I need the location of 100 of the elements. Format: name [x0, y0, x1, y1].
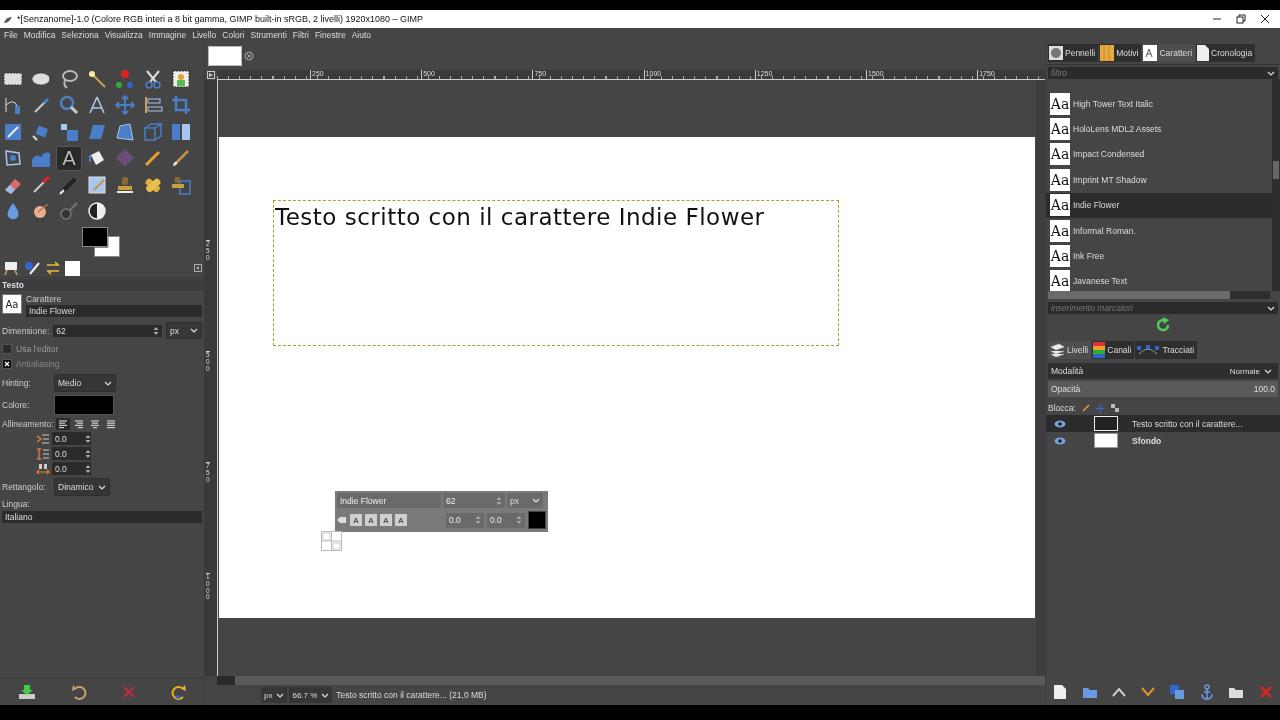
zoom-dropdown[interactable]: 66.7 % [289, 687, 333, 703]
alpha-lock-icon[interactable] [1110, 404, 1119, 412]
style-button[interactable]: A [350, 514, 362, 526]
style-button[interactable]: A [395, 514, 407, 526]
foreground-color-swatch[interactable] [82, 227, 108, 247]
font-preview[interactable]: Aa [2, 294, 22, 314]
horizontal-scrollbar[interactable] [217, 676, 1045, 685]
alignment-button[interactable] [55, 418, 70, 430]
dock-tab[interactable]: Tracciati [1135, 341, 1198, 359]
spin-field[interactable]: 0.0 [52, 432, 91, 445]
font-list-item[interactable]: Aa Indie Flower [1046, 192, 1272, 218]
anchor-icon[interactable] [1199, 684, 1214, 700]
kerning-field[interactable]: 0.0 [487, 512, 525, 528]
dock-tab[interactable]: Cronologia [1196, 44, 1256, 62]
layer-row[interactable]: Sfondo [1046, 432, 1280, 449]
font-field[interactable]: Indie Flower [337, 493, 441, 508]
spin-arrows-icon[interactable] [153, 325, 159, 336]
menu-item[interactable]: Immagine [146, 30, 191, 40]
background-color-swatch[interactable] [94, 236, 120, 257]
quick-mask-icon[interactable] [207, 71, 215, 79]
style-button[interactable]: A [365, 514, 377, 526]
spin-arrows-icon[interactable] [85, 448, 91, 459]
language-label: Lingua: [2, 499, 30, 509]
perspective-icon [114, 120, 136, 143]
dock-tab[interactable]: Livelli [1048, 341, 1092, 359]
font-list-item[interactable]: Aa Informal Roman. [1046, 217, 1272, 244]
menu-item[interactable]: Modifica [21, 30, 60, 40]
layer-row[interactable]: Testo scritto con il carattere... [1046, 415, 1280, 432]
window-title: *[Senzanome]-1.0 (Colore RGB interi a 8 bit gamma, GIMP built-in sRGB, 2 livelli) 1920x1080 – GIMP [17, 14, 424, 24]
layers-icon [1049, 343, 1065, 357]
menu-item[interactable]: Finestre [312, 30, 350, 40]
spin-arrows-icon[interactable] [85, 463, 91, 474]
reset-icon[interactable] [169, 683, 188, 701]
canvas-text[interactable]: Testo scritto con il carattere Indie Flower [275, 204, 765, 230]
menu-item[interactable]: Filtri [290, 30, 313, 40]
brush-icon [170, 147, 192, 169]
size-field[interactable]: 62 [443, 493, 505, 508]
hinting-dropdown[interactable]: Medio [54, 374, 116, 392]
move-handle-icon[interactable] [321, 531, 342, 551]
menu-item[interactable]: Aiuto [349, 30, 375, 40]
duplicate-icon[interactable] [1169, 684, 1186, 700]
size-field[interactable]: 62 [53, 324, 162, 337]
box-dropdown[interactable]: Dinamico [54, 478, 110, 496]
align-left-icon [57, 419, 68, 429]
dock-tab[interactable]: Motivi [1099, 44, 1142, 62]
unit-dropdown[interactable]: px [261, 687, 288, 703]
refresh-icon[interactable] [1155, 317, 1171, 333]
font-field[interactable]: Indie Flower [26, 305, 202, 317]
font-preview-icon [1143, 45, 1158, 61]
font-list-item[interactable]: Aa Impact Condensed [1046, 141, 1272, 168]
alignment-label: Allineamento: [2, 419, 54, 429]
style-button[interactable]: A [380, 514, 392, 526]
brush-lock-icon[interactable] [1081, 404, 1090, 412]
unit-dropdown[interactable]: px [166, 322, 202, 339]
mode-dropdown[interactable]: Normale [1226, 364, 1275, 378]
text-color-button[interactable] [54, 395, 114, 415]
dock-tab[interactable]: Pennelli [1048, 44, 1099, 62]
text-color-button[interactable] [528, 511, 546, 529]
undo-icon[interactable] [69, 683, 88, 701]
menu-item[interactable]: Colori [220, 30, 249, 40]
swap-arrows-icon[interactable] [44, 260, 62, 276]
font-list-item[interactable]: Aa Imprint MT Shadow [1046, 167, 1272, 193]
cube-icon [142, 120, 164, 143]
eye-icon[interactable] [1054, 419, 1066, 428]
checkbox[interactable] [2, 358, 12, 369]
checkbox[interactable] [2, 343, 12, 354]
spin-field[interactable]: 0.0 [52, 462, 91, 475]
clear-style-icon[interactable] [337, 516, 347, 524]
baseline-field[interactable]: 0.0 [446, 512, 484, 528]
panel-menu-icon[interactable] [194, 264, 202, 272]
vertical-scrollbar[interactable] [1036, 80, 1045, 676]
menu-item[interactable]: Seleziona [59, 30, 103, 40]
horizontal-scrollbar[interactable] [1048, 291, 1270, 299]
stylus-icon[interactable] [23, 260, 41, 276]
language-field[interactable]: Italiano [2, 511, 202, 523]
close-icon[interactable] [1260, 14, 1270, 24]
spin-arrows-icon[interactable] [85, 433, 91, 444]
unit-dropdown[interactable]: px [507, 493, 543, 508]
folder-icon[interactable] [1081, 685, 1098, 699]
menu-item[interactable]: Visualizza [102, 30, 147, 40]
dock-tab[interactable]: Canali [1092, 341, 1135, 359]
spin-field[interactable]: 0.0 [52, 447, 91, 460]
font-list-item[interactable]: Aa Ink Free [1046, 243, 1272, 269]
menu-item[interactable]: Livello [190, 30, 221, 40]
scrollbar-thumb[interactable] [1273, 161, 1279, 179]
menu-item[interactable]: Strumenti [248, 30, 291, 40]
text-tool-button[interactable]: A [56, 145, 82, 171]
channels-icon [1093, 342, 1106, 358]
dock-tab[interactable]: Caratteri [1142, 44, 1196, 62]
eye-icon[interactable] [1054, 436, 1066, 445]
save-icon[interactable] [16, 683, 37, 701]
font-list-item[interactable]: Aa High Tower Text Italic [1046, 91, 1272, 117]
new-page-icon[interactable] [1053, 684, 1068, 700]
wood-pattern-icon [1100, 45, 1115, 61]
menu-item[interactable]: File [2, 30, 22, 40]
font-list-item[interactable]: Aa HoloLens MDL2 Assets [1046, 116, 1272, 142]
image-thumbnail[interactable] [65, 260, 80, 276]
opacity-slider[interactable]: Opacità 100.0 [1048, 381, 1278, 397]
easel-icon[interactable] [2, 260, 20, 276]
restore-icon[interactable] [1236, 14, 1246, 24]
